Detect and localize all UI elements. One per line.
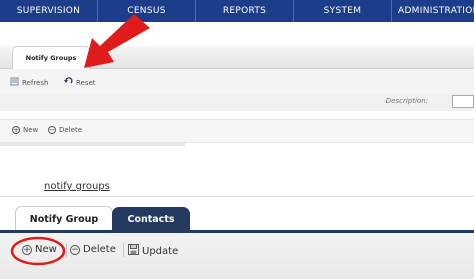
upper-action-toolbar: + New − Delete — [0, 119, 474, 143]
nav-administration[interactable]: ADMINISTRATION — [392, 0, 474, 22]
toolbar-separator — [66, 243, 67, 257]
description-label: Description: — [385, 97, 428, 105]
upper-new-button[interactable]: + New — [12, 126, 38, 134]
divider — [0, 143, 185, 146]
reset-label: Reset — [76, 78, 96, 87]
update-label: Update — [142, 245, 179, 257]
upper-delete-button[interactable]: − Delete — [48, 126, 82, 134]
refresh-button[interactable]: Refresh — [10, 77, 48, 88]
reset-icon — [64, 77, 73, 88]
description-input[interactable] — [452, 95, 474, 108]
save-disk-icon — [128, 244, 139, 258]
minus-circle-icon: − — [48, 126, 56, 134]
delete-label: Delete — [83, 244, 116, 255]
red-arrow-annotation — [84, 14, 150, 68]
refresh-icon — [10, 77, 19, 88]
nav-reports[interactable]: REPORTS — [196, 0, 294, 22]
upper-delete-label: Delete — [59, 126, 82, 134]
update-button[interactable]: Update — [128, 244, 178, 258]
lower-action-toolbar — [0, 233, 474, 279]
nav-system[interactable]: SYSTEM — [294, 0, 392, 22]
toolbar-separator — [123, 243, 124, 257]
tab-contacts[interactable]: Contacts — [112, 207, 190, 231]
plus-circle-icon: + — [12, 126, 20, 134]
upper-new-label: New — [23, 126, 39, 134]
tab-notify-group[interactable]: Notify Group — [15, 206, 113, 232]
notify-groups-link[interactable]: notify groups — [44, 181, 110, 192]
red-circle-annotation — [10, 236, 66, 266]
delete-button[interactable]: − Delete — [70, 244, 116, 255]
refresh-label: Refresh — [22, 78, 49, 87]
reset-button[interactable]: Reset — [64, 77, 96, 88]
minus-circle-icon: − — [70, 244, 80, 255]
